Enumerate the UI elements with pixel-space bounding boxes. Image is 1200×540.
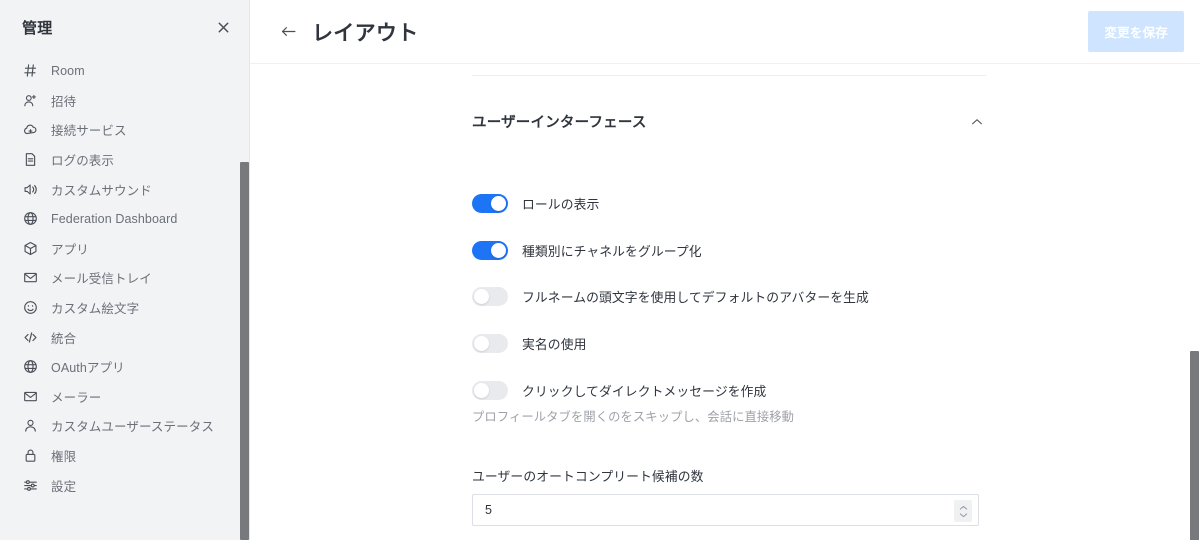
back-arrow-icon[interactable] [278, 22, 298, 42]
sidebar-item-label: カスタムユーザーステータス [51, 420, 214, 435]
sidebar-item-connected-services[interactable]: 接続サービス [0, 115, 250, 145]
envelope-icon [22, 388, 39, 405]
sliders-icon [22, 477, 39, 494]
setting-row: フルネームの頭文字を使用してデフォルトのアバターを生成 [472, 287, 986, 306]
speaker-icon [22, 181, 39, 198]
setting-row: 種類別にチャネルをグループ化 [472, 241, 986, 260]
document-icon [22, 151, 39, 168]
sidebar-item-custom-sounds[interactable]: カスタムサウンド [0, 174, 250, 204]
sidebar-item-view-logs[interactable]: ログの表示 [0, 145, 250, 175]
sidebar-item-label: メール受信トレイ [51, 272, 152, 287]
content-divider [472, 75, 986, 76]
number-stepper[interactable] [954, 500, 972, 522]
setting-label: 実名の使用 [522, 337, 587, 352]
globe-icon [22, 210, 39, 227]
sidebar-item-label: カスタム絵文字 [51, 302, 140, 317]
sidebar-item-label: 接続サービス [51, 124, 127, 139]
sidebar-item-custom-user-status[interactable]: カスタムユーザーステータス [0, 411, 250, 441]
settings-content-inner: ユーザーインターフェース ロールの表示 種類別にチャネルをグループ化 フルネーム… [250, 75, 1200, 526]
settings-content: ユーザーインターフェース ロールの表示 種類別にチャネルをグループ化 フルネーム… [250, 64, 1200, 540]
setting-label: 種類別にチャネルをグループ化 [522, 244, 702, 259]
sidebar-item-label: Federation Dashboard [51, 211, 178, 226]
sidebar-item-permissions[interactable]: 権限 [0, 441, 250, 471]
sidebar-item-invite[interactable]: 招待 [0, 86, 250, 116]
sidebar-item-label: 統合 [51, 331, 77, 346]
envelope-icon [22, 269, 39, 286]
sidebar-item-label: カスタムサウンド [51, 183, 152, 198]
sidebar-item-federation-dashboard[interactable]: Federation Dashboard [0, 204, 250, 234]
field-label: ユーザーのオートコンプリート候補の数 [472, 469, 704, 484]
settings-main-panel: レイアウト 変更を保存 ユーザーインターフェース ロールの表示 種類別にチャネル… [250, 0, 1200, 540]
sidebar-title: 管理 [22, 19, 53, 37]
sidebar-item-label: OAuthアプリ [51, 361, 125, 376]
toggle-knob [474, 383, 489, 398]
page-title: レイアウト [312, 21, 419, 45]
sidebar-item-oauth-apps[interactable]: OAuthアプリ [0, 352, 250, 382]
sidebar-item-mail-inbox[interactable]: メール受信トレイ [0, 263, 250, 293]
sidebar-item-mailer[interactable]: メーラー [0, 382, 250, 412]
sidebar-scrollbar-thumb[interactable] [240, 162, 249, 540]
page-header-left: レイアウト [278, 17, 419, 47]
sidebar-item-label: 権限 [51, 450, 77, 465]
user-autocomplete-count-field[interactable] [472, 494, 979, 526]
user-autocomplete-count-block: ユーザーのオートコンプリート候補の数 [472, 466, 986, 526]
toggle-use-real-name[interactable] [472, 334, 508, 353]
sidebar-item-label: 設定 [51, 479, 77, 494]
cloud-plug-icon [22, 121, 39, 138]
globe-icon [22, 358, 39, 375]
sidebar-item-settings[interactable]: 設定 [0, 470, 250, 500]
sidebar-item-label: 招待 [51, 94, 77, 109]
setting-row: クリックしてダイレクトメッセージを作成 [472, 381, 986, 400]
setting-label: ロールの表示 [522, 197, 600, 212]
lock-icon [22, 447, 39, 464]
sidebar-item-label: Room [51, 63, 85, 78]
toggle-knob [474, 289, 489, 304]
setting-label: クリックしてダイレクトメッセージを作成 [522, 384, 767, 399]
sidebar-item-apps[interactable]: アプリ [0, 234, 250, 264]
toggle-show-roles[interactable] [472, 194, 508, 213]
setting-label: フルネームの頭文字を使用してデフォルトのアバターを生成 [522, 290, 869, 305]
sidebar-item-label: メーラー [51, 390, 102, 405]
section-header-user-interface[interactable]: ユーザーインターフェース [472, 111, 986, 132]
cube-icon [22, 240, 39, 257]
sidebar-item-label: アプリ [51, 242, 89, 257]
main-scrollbar-thumb[interactable] [1190, 351, 1199, 540]
sidebar-item-integrations[interactable]: 統合 [0, 322, 250, 352]
close-icon[interactable] [210, 14, 236, 40]
toggle-knob [491, 243, 506, 258]
setting-description: プロフィールタブを開くのをスキップし、会話に直接移動 [472, 410, 795, 424]
toggle-knob [491, 196, 506, 211]
hash-icon [22, 62, 39, 79]
user-autocomplete-count-input[interactable] [473, 495, 913, 525]
code-icon [22, 329, 39, 346]
setting-row: 実名の使用 [472, 334, 986, 353]
user-plus-icon [22, 92, 39, 109]
smiley-icon [22, 299, 39, 316]
toggle-group-channels-by-type[interactable] [472, 241, 508, 260]
sidebar-header: 管理 [0, 0, 250, 54]
sidebar-item-custom-emoji[interactable]: カスタム絵文字 [0, 293, 250, 323]
sidebar-nav: Room 招待 接続サービス ログの表示 カスタムサウンド Federation… [0, 54, 250, 500]
admin-sidebar: 管理 Room 招待 接続サービス ログの表示 カスタムサウンド Federat… [0, 0, 250, 540]
page-header: レイアウト 変更を保存 [250, 0, 1200, 64]
person-icon [22, 417, 39, 434]
toggle-knob [474, 336, 489, 351]
section-title: ユーザーインターフェース [472, 115, 647, 131]
toggle-generate-default-avatar[interactable] [472, 287, 508, 306]
sidebar-item-room[interactable]: Room [0, 56, 250, 86]
toggle-click-to-direct-message[interactable] [472, 381, 508, 400]
sidebar-item-label: ログの表示 [51, 154, 115, 169]
main-scrollbar[interactable] [1188, 64, 1200, 540]
setting-row: ロールの表示 [472, 194, 986, 213]
chevron-up-icon[interactable] [968, 113, 986, 131]
save-changes-button[interactable]: 変更を保存 [1088, 11, 1184, 52]
admin-settings-window: 管理 Room 招待 接続サービス ログの表示 カスタムサウンド Federat… [0, 0, 1200, 540]
